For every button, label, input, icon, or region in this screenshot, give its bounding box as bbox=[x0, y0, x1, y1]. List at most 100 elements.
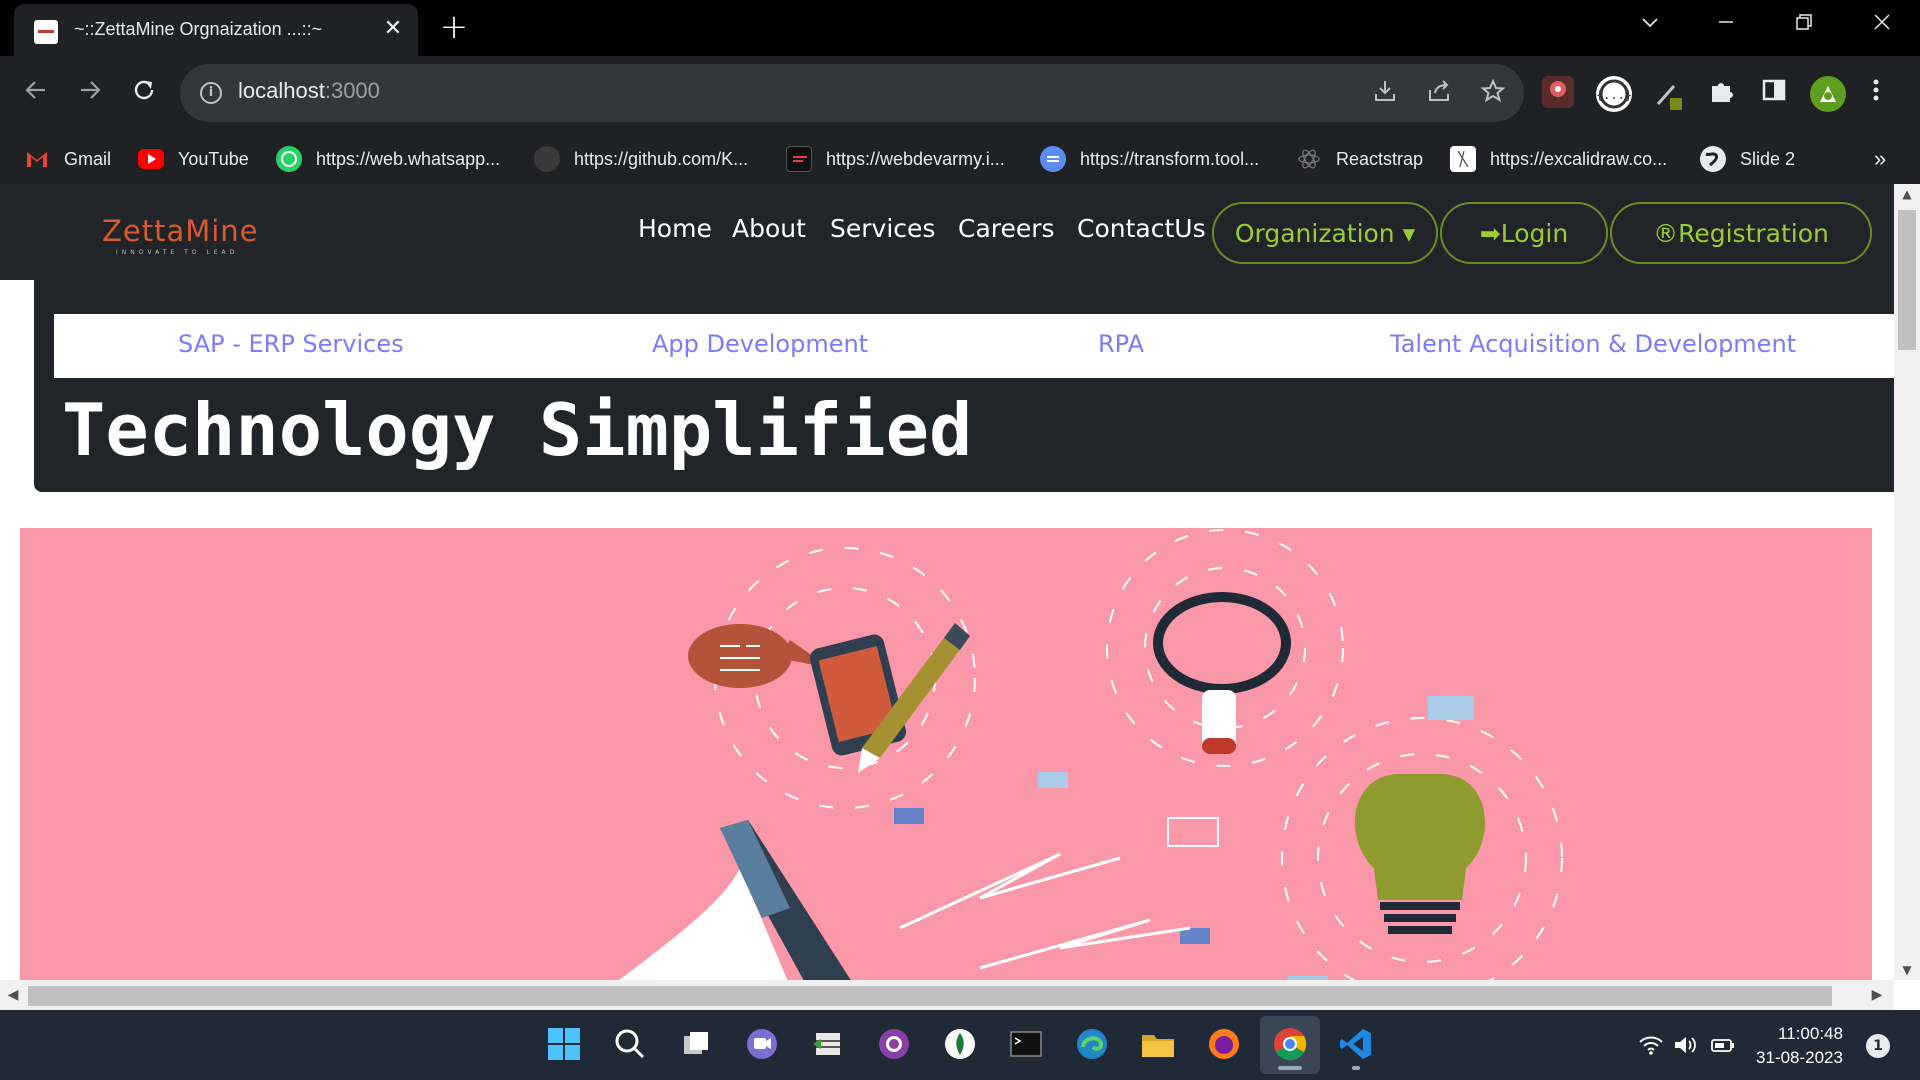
tab-strip: ~::ZettaMine Orgnaization ...::~ ✕ + bbox=[0, 0, 1920, 56]
globe-icon bbox=[1700, 146, 1726, 172]
bookmark-transform[interactable]: https://transform.tool... bbox=[1040, 144, 1259, 174]
json-formatter-extension-icon[interactable]: {...} bbox=[1596, 76, 1632, 112]
nav-home-link[interactable]: Home bbox=[638, 214, 712, 243]
horizontal-scrollbar-thumb[interactable] bbox=[28, 986, 1832, 1006]
windows-taskbar: 11:00:48 31-08-2023 1 bbox=[0, 1010, 1920, 1080]
chrome-icon[interactable] bbox=[1270, 1024, 1310, 1064]
bookmark-whatsapp[interactable]: https://web.whatsapp... bbox=[276, 144, 500, 174]
svg-text:{...}: {...} bbox=[1596, 88, 1632, 102]
service-link-talent-acquisition[interactable]: Talent Acquisition & Development bbox=[1390, 330, 1796, 358]
clock-date: 31-08-2023 bbox=[1756, 1048, 1843, 1067]
notification-badge[interactable]: 1 bbox=[1866, 1034, 1890, 1058]
light-bulb-icon bbox=[1354, 774, 1486, 934]
vscode-running-indicator bbox=[1352, 1066, 1360, 1070]
file-explorer-icon[interactable] bbox=[1138, 1024, 1178, 1064]
extensions-puzzle-icon[interactable] bbox=[1704, 76, 1740, 112]
scroll-up-arrow-icon[interactable]: ▲ bbox=[1894, 184, 1920, 204]
nav-contactus-link[interactable]: ContactUs bbox=[1077, 214, 1206, 243]
hero-title: Technology Simplified bbox=[62, 388, 973, 472]
edge-browser-icon[interactable] bbox=[1072, 1024, 1112, 1064]
back-arrow-icon[interactable] bbox=[16, 74, 56, 114]
github-icon bbox=[534, 146, 560, 172]
bookmark-youtube[interactable]: YouTube bbox=[138, 144, 249, 174]
task-view-icon[interactable] bbox=[676, 1024, 716, 1064]
start-menu-icon[interactable] bbox=[544, 1024, 584, 1064]
tab-favicon-icon bbox=[34, 20, 58, 44]
technology-illustration bbox=[580, 529, 1563, 1010]
close-window-button[interactable] bbox=[1862, 10, 1902, 40]
bookmark-star-icon[interactable] bbox=[1478, 78, 1508, 108]
tab-search-icon[interactable] bbox=[1630, 10, 1670, 40]
teams-chat-icon[interactable] bbox=[742, 1024, 782, 1064]
share-icon[interactable] bbox=[1424, 78, 1454, 108]
bookmark-github[interactable]: https://github.com/K... bbox=[534, 144, 748, 174]
wifi-icon[interactable] bbox=[1638, 1032, 1664, 1058]
speech-bubble-icon bbox=[688, 624, 830, 688]
excalidraw-icon bbox=[1450, 146, 1476, 172]
technology-illustration-banner bbox=[20, 528, 1872, 1010]
service-link-rpa[interactable]: RPA bbox=[1098, 330, 1144, 358]
bookmark-gmail[interactable]: Gmail bbox=[24, 144, 111, 174]
site-navbar: ZettaMine INNOVATE TO LEAD Home About Se… bbox=[0, 184, 1894, 280]
github-desktop-icon[interactable] bbox=[874, 1024, 914, 1064]
new-tab-button[interactable]: + bbox=[436, 10, 472, 46]
install-app-icon[interactable] bbox=[1370, 78, 1400, 108]
vscode-icon[interactable] bbox=[1336, 1024, 1376, 1064]
color-picker-extension-icon[interactable] bbox=[1650, 76, 1686, 112]
bookmark-excalidraw[interactable]: https://excalidraw.co... bbox=[1450, 144, 1667, 174]
gmail-icon bbox=[24, 146, 50, 172]
forward-arrow-icon[interactable] bbox=[70, 74, 110, 114]
browser-tab[interactable]: ~::ZettaMine Orgnaization ...::~ ✕ bbox=[14, 4, 418, 56]
nav-about-link[interactable]: About bbox=[732, 214, 806, 243]
youtube-icon bbox=[138, 149, 164, 169]
battery-icon[interactable] bbox=[1710, 1032, 1736, 1058]
volume-icon[interactable] bbox=[1672, 1032, 1698, 1058]
bookmark-reactstrap[interactable]: Reactstrap bbox=[1296, 144, 1423, 174]
bookmarks-overflow-icon[interactable]: » bbox=[1874, 144, 1886, 174]
site-info-icon[interactable]: i bbox=[200, 82, 222, 104]
minimize-button[interactable] bbox=[1706, 10, 1746, 40]
tab-title: ~::ZettaMine Orgnaization ...::~ bbox=[74, 19, 323, 39]
reload-icon[interactable] bbox=[124, 74, 164, 114]
chrome-running-indicator bbox=[1278, 1066, 1302, 1070]
url-text[interactable]: localhost:3000 bbox=[238, 78, 380, 104]
service-link-app-development[interactable]: App Development bbox=[652, 330, 868, 358]
nav-careers-link[interactable]: Careers bbox=[958, 214, 1055, 243]
react-devtools-extension-icon[interactable] bbox=[1542, 76, 1574, 108]
service-link-sap-erp[interactable]: SAP - ERP Services bbox=[178, 330, 404, 358]
profile-avatar[interactable] bbox=[1810, 76, 1846, 112]
services-bar: SAP - ERP Services App Development RPA T… bbox=[54, 314, 1894, 378]
firefox-icon[interactable] bbox=[1204, 1024, 1244, 1064]
bookmark-slide-2[interactable]: Slide 2 bbox=[1700, 144, 1795, 174]
terminal-icon[interactable] bbox=[1006, 1024, 1046, 1064]
tab-close-icon[interactable]: ✕ bbox=[378, 14, 408, 44]
registration-button[interactable]: ®Registration bbox=[1610, 202, 1872, 264]
restore-button[interactable] bbox=[1784, 10, 1824, 40]
system-clock[interactable]: 11:00:48 31-08-2023 bbox=[1756, 1022, 1843, 1070]
mongodb-compass-icon[interactable] bbox=[940, 1024, 980, 1064]
react-icon bbox=[1296, 146, 1322, 172]
bookmarks-bar: Gmail YouTube https://web.whatsapp... ht… bbox=[0, 132, 1920, 184]
webdevarmy-icon bbox=[786, 146, 812, 172]
transform-icon bbox=[1040, 146, 1066, 172]
search-icon[interactable] bbox=[610, 1024, 650, 1064]
scroll-right-arrow-icon[interactable]: ▶ bbox=[1866, 984, 1888, 1006]
side-panel-icon[interactable] bbox=[1756, 76, 1792, 112]
scroll-left-arrow-icon[interactable]: ◀ bbox=[2, 984, 24, 1006]
hero-section: SAP - ERP Services App Development RPA T… bbox=[34, 280, 1894, 492]
vertical-scrollbar-thumb[interactable] bbox=[1898, 210, 1916, 350]
chrome-menu-icon[interactable] bbox=[1864, 76, 1888, 112]
nav-services-link[interactable]: Services bbox=[830, 214, 935, 243]
zettamine-logo[interactable]: ZettaMine INNOVATE TO LEAD bbox=[102, 214, 259, 256]
scroll-down-arrow-icon[interactable]: ▼ bbox=[1894, 960, 1920, 980]
page-viewport: ZettaMine INNOVATE TO LEAD Home About Se… bbox=[0, 184, 1920, 1010]
whatsapp-icon bbox=[276, 146, 302, 172]
clock-time: 11:00:48 bbox=[1778, 1024, 1843, 1043]
phone-pencil-icon bbox=[809, 623, 970, 773]
address-bar[interactable]: i localhost:3000 bbox=[180, 64, 1524, 122]
bookmark-webdevarmy[interactable]: https://webdevarmy.i... bbox=[786, 144, 1005, 174]
login-button[interactable]: ➡Login bbox=[1440, 202, 1608, 264]
file-transfer-app-icon[interactable] bbox=[808, 1024, 848, 1064]
magnifier-icon bbox=[1153, 592, 1291, 754]
organization-dropdown-button[interactable]: Organization ▾ bbox=[1212, 202, 1438, 264]
